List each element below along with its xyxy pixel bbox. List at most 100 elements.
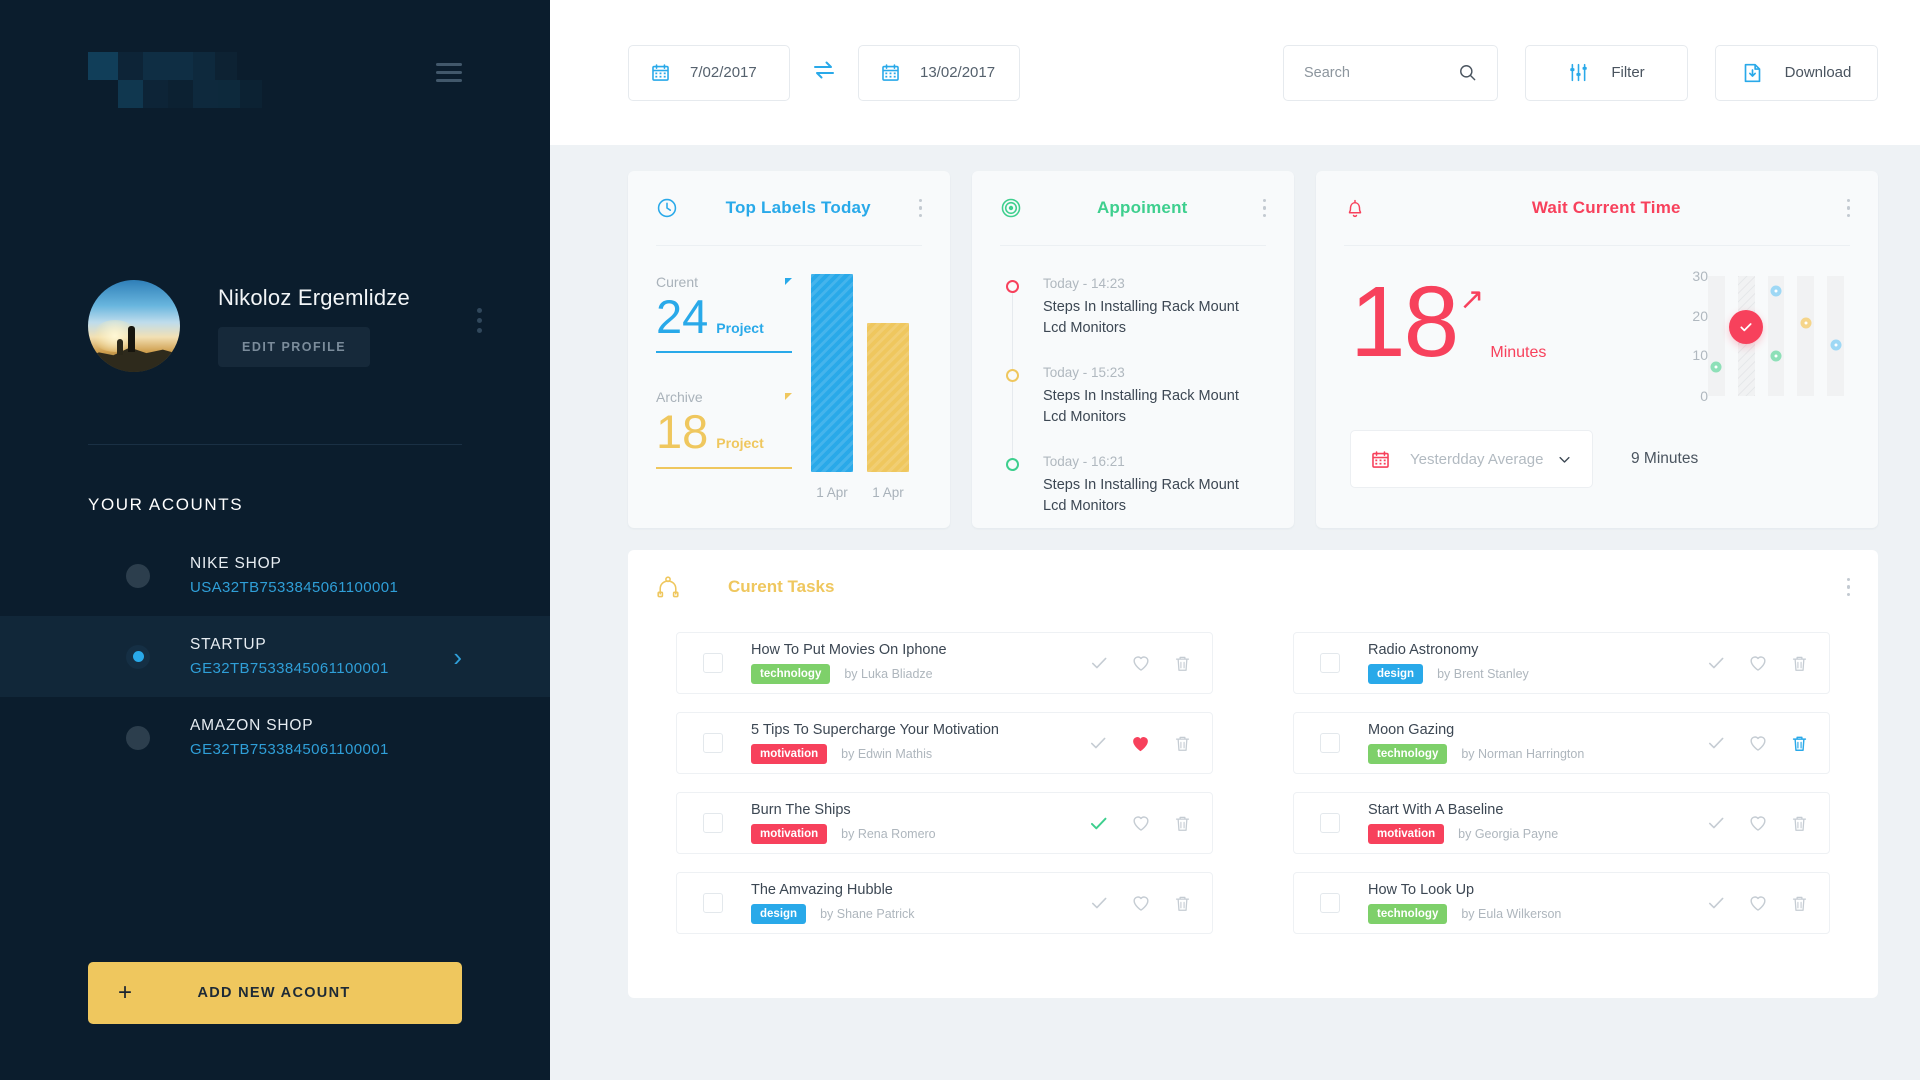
task-trash-icon-active[interactable] [1790,734,1809,753]
download-button[interactable]: Download [1715,44,1878,101]
task-checkbox[interactable] [1320,733,1340,753]
task-row[interactable]: Moon Gazing technology by Norman Harring… [1293,712,1830,774]
dashboard-app: Nikoloz Ergemlidze EDIT PROFILE YOUR ACO… [0,0,1920,1080]
sidebar-header [88,0,462,145]
swap-arrows-icon[interactable] [812,60,836,85]
chevron-down-icon[interactable] [1557,452,1572,467]
task-checkbox[interactable] [703,733,723,753]
task-check-icon[interactable] [1706,733,1726,753]
task-row[interactable]: How To Look Up technology by Eula Wilker… [1293,872,1830,934]
status-dot-icon [1006,280,1019,293]
y-tick: 30 [1692,268,1708,284]
chevron-right-icon[interactable]: › [453,644,462,670]
task-author: by Edwin Mathis [841,747,933,761]
task-check-icon[interactable] [1089,653,1109,673]
task-checkbox[interactable] [703,813,723,833]
task-heart-icon[interactable] [1748,813,1768,833]
account-radio[interactable] [126,644,150,669]
average-period-select[interactable]: Yesterdday Average [1350,430,1593,488]
task-heart-icon[interactable] [1131,653,1151,673]
filter-button[interactable]: Filter [1525,44,1688,101]
card-appointment: Appoiment Today - 14:23 Steps In Install… [972,171,1294,528]
task-trash-icon[interactable] [1790,894,1809,913]
card-more-icon[interactable] [918,198,922,218]
appointment-item[interactable]: Today - 16:21 Steps In Installing Rack M… [1006,454,1266,517]
appointment-time: Today - 14:23 [1043,276,1125,291]
date-to-picker[interactable]: 13/02/2017 [858,44,1020,101]
task-tag: motivation [1368,824,1445,844]
task-check-icon[interactable] [1088,733,1108,753]
task-tag: technology [1368,744,1448,764]
tasks-more-icon[interactable] [1846,577,1850,597]
task-heart-icon[interactable] [1131,893,1151,913]
account-radio[interactable] [126,563,150,588]
data-point [1770,285,1782,297]
task-heart-icon[interactable] [1748,893,1768,913]
task-trash-icon[interactable] [1790,814,1809,833]
task-trash-icon[interactable] [1173,654,1192,673]
task-check-icon[interactable] [1706,893,1726,913]
search-box[interactable] [1283,44,1498,101]
data-point [1800,317,1812,329]
date-to-value: 13/02/2017 [920,64,996,81]
add-new-account-button[interactable]: + ADD NEW ACOUNT [88,962,462,1024]
appointment-time: Today - 15:23 [1043,365,1125,381]
task-checkbox[interactable] [1320,893,1340,913]
task-row[interactable]: Burn The Ships motivation by Rena Romero [676,792,1213,854]
task-check-icon[interactable] [1089,893,1109,913]
task-heart-icon[interactable] [1748,733,1768,753]
profile-more-icon[interactable] [477,308,482,333]
task-row[interactable]: Radio Astronomy design by Brent Stanley [1293,632,1830,694]
card-more-icon[interactable] [1846,198,1850,218]
task-check-icon-active[interactable] [1088,813,1109,834]
select-value: Yesterdday Average [1410,450,1544,468]
task-check-icon[interactable] [1706,813,1726,833]
task-checkbox[interactable] [703,893,723,913]
task-checkbox[interactable] [1320,653,1340,673]
filter-label: Filter [1611,64,1645,81]
account-item-startup[interactable]: STARTUP GE32TB7533845061100001 › [0,616,550,697]
account-number: GE32TB7533845061100001 [190,741,389,758]
task-heart-icon-active[interactable] [1130,733,1151,754]
task-trash-icon[interactable] [1173,734,1192,753]
bar-curent [811,274,853,472]
account-radio[interactable] [126,725,150,750]
sidebar-divider [88,444,462,445]
task-checkbox[interactable] [703,653,723,673]
task-row[interactable]: The Amvazing Hubble design by Shane Patr… [676,872,1213,934]
bell-icon [1348,199,1362,218]
account-item-nike-shop[interactable]: NIKE SHOP USA32TB7533845061100001 [0,535,550,616]
check-icon [1740,323,1752,332]
card-more-icon[interactable] [1262,198,1266,218]
appointment-item[interactable]: Today - 15:23 Steps In Installing Rack M… [1006,365,1266,459]
task-title: Start With A Baseline [1368,802,1504,818]
hamburger-icon[interactable] [436,63,462,82]
task-check-icon[interactable] [1706,653,1726,673]
task-trash-icon[interactable] [1173,894,1192,913]
search-icon[interactable] [1458,63,1477,82]
bar-label: 1 Apr [872,485,904,500]
status-dot-icon [1006,369,1019,383]
account-item-amazon-shop[interactable]: AMAZON SHOP GE32TB7533845061100001 [0,697,550,778]
search-input[interactable] [1304,64,1434,81]
date-from-picker[interactable]: 7/02/2017 [628,44,790,101]
calendar-icon [1372,450,1389,468]
content-area: Top Labels Today Curent 24 Project Archi… [550,145,1920,1080]
appointment-text: Steps In Installing Rack Mount Lcd Monit… [1043,299,1239,337]
y-tick: 20 [1692,307,1708,324]
user-profile: Nikoloz Ergemlidze EDIT PROFILE [88,280,482,372]
task-trash-icon[interactable] [1173,814,1192,833]
task-heart-icon[interactable] [1748,653,1768,673]
task-title: 5 Tips To Supercharge Your Motivation [751,722,1000,738]
download-icon [1744,63,1760,82]
tasks-title: Curent Tasks [728,577,835,596]
task-checkbox[interactable] [1320,813,1340,833]
edit-profile-button[interactable]: EDIT PROFILE [218,327,371,367]
task-row[interactable]: Start With A Baseline motivation by Geor… [1293,792,1830,854]
plus-icon: + [118,979,133,1006]
task-row[interactable]: 5 Tips To Supercharge Your Motivation mo… [676,712,1213,774]
task-heart-icon[interactable] [1131,813,1151,833]
task-trash-icon[interactable] [1790,654,1809,673]
task-row[interactable]: How To Put Movies On Iphone technology b… [676,632,1213,694]
appointment-item[interactable]: Today - 14:23 Steps In Installing Rack M… [1006,276,1266,370]
